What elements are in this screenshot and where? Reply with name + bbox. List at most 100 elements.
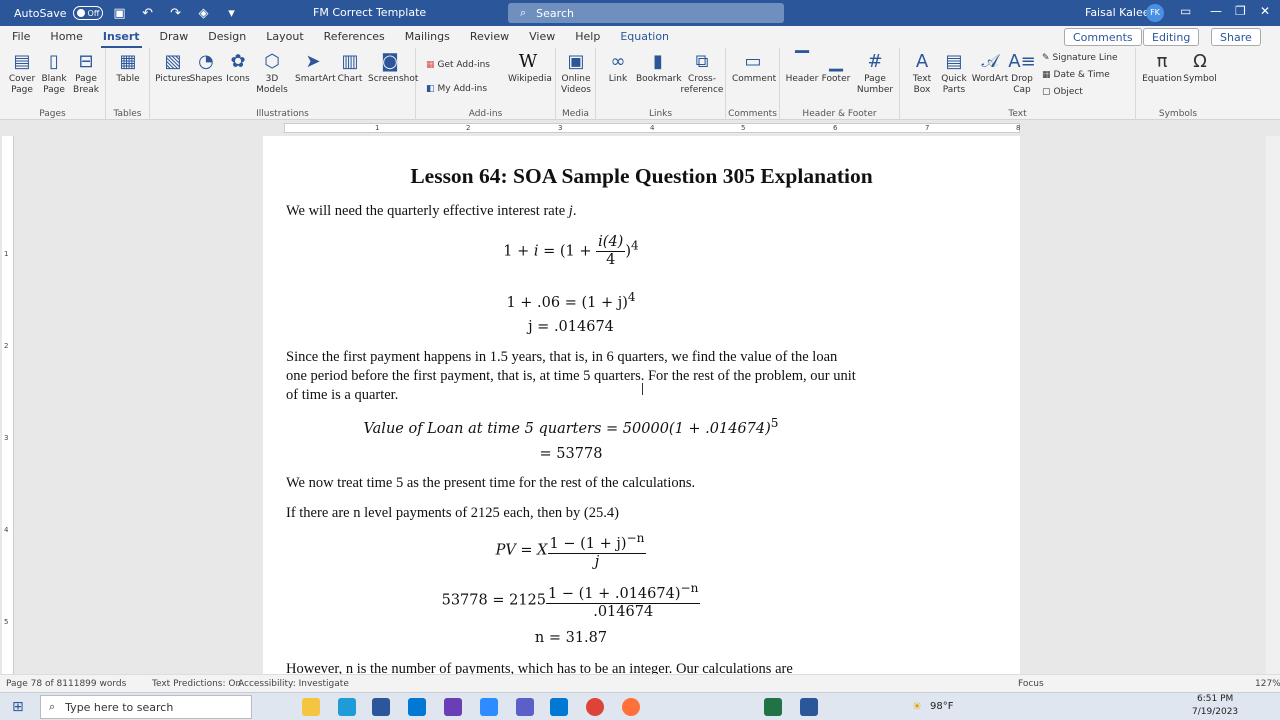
equation-button[interactable]: π Equation xyxy=(1142,50,1182,85)
temperature[interactable]: 98°F xyxy=(930,701,953,712)
table-button[interactable]: ▦ Table xyxy=(110,50,146,85)
header-button[interactable]: ▔ Header xyxy=(784,50,820,85)
header-icon: ▔ xyxy=(795,51,809,72)
group-comments: ▭ Comment Comments xyxy=(726,48,780,120)
tab-home[interactable]: Home xyxy=(40,30,92,48)
close-icon[interactable]: ✕ xyxy=(1260,4,1270,18)
equation-2: 1 + .06 = (1 + j)4 xyxy=(506,290,636,311)
document-page[interactable]: Lesson 64: SOA Sample Question 305 Expla… xyxy=(263,136,1020,674)
clock-time[interactable]: 6:51 PM xyxy=(1197,694,1233,704)
vertical-scrollbar[interactable] xyxy=(1266,136,1280,674)
ruler-tick: 8 xyxy=(1016,124,1021,132)
app-icon[interactable] xyxy=(550,698,568,716)
bookmark-button[interactable]: ▮ Bookmark xyxy=(636,50,682,85)
text-predictions[interactable]: Text Predictions: On xyxy=(152,679,241,689)
taskbar-search[interactable]: ⌕ Type here to search xyxy=(40,695,252,719)
zoom-icon[interactable] xyxy=(480,698,498,716)
3d-models-button[interactable]: ⬡ 3D Models xyxy=(254,50,290,96)
my-addins-button[interactable]: ◧ My Add-ins xyxy=(426,84,487,94)
drop-cap-button[interactable]: A≡ Drop Cap xyxy=(1004,50,1040,96)
undo-icon[interactable]: ↶ xyxy=(137,6,159,21)
symbol-button[interactable]: Ω Symbol xyxy=(1180,50,1220,85)
edge-icon[interactable] xyxy=(338,698,356,716)
signature-line-button[interactable]: ✎ Signature Line xyxy=(1042,53,1118,63)
pictures-icon: ▧ xyxy=(164,51,182,72)
tab-help[interactable]: Help xyxy=(565,30,610,48)
group-symbols: π Equation Ω Symbol Symbols xyxy=(1136,48,1220,120)
firefox-icon[interactable] xyxy=(622,698,640,716)
page-break-button[interactable]: ⊟ Page Break xyxy=(68,50,104,96)
restore-icon[interactable]: ❐ xyxy=(1235,4,1246,18)
store-icon[interactable] xyxy=(372,698,390,716)
get-addins-button[interactable]: ▦ Get Add-ins xyxy=(426,60,490,70)
minimize-icon[interactable]: — xyxy=(1210,4,1222,18)
word-count[interactable]: 11899 words xyxy=(68,679,126,689)
tab-references[interactable]: References xyxy=(314,30,395,48)
tab-design[interactable]: Design xyxy=(198,30,256,48)
tab-mailings[interactable]: Mailings xyxy=(395,30,460,48)
autosave-label: AutoSave xyxy=(14,6,67,20)
link-button[interactable]: ∞ Link xyxy=(600,50,636,85)
outlook-icon[interactable] xyxy=(408,698,426,716)
online-videos-button[interactable]: ▣ Online Videos xyxy=(558,50,594,96)
document-title[interactable]: FM Correct Template xyxy=(313,6,426,19)
horizontal-ruler[interactable]: 1 2 3 4 5 6 7 8 xyxy=(0,120,1280,136)
focus-button[interactable]: Focus xyxy=(1018,679,1044,689)
taskbar: ⊞ ⌕ Type here to search ☀ 98°F 6:51 PM 7/… xyxy=(0,692,1280,720)
accessibility-status[interactable]: Accessibility: Investigate xyxy=(238,679,349,689)
equation-7: 53778 = 2125 1 − (1 + .014674)−n .014674 xyxy=(441,581,701,620)
smartart-button[interactable]: ➤ SmartArt xyxy=(295,50,336,85)
onenote-icon[interactable] xyxy=(444,698,462,716)
screenshot-button[interactable]: ◙ Screenshot xyxy=(368,50,418,85)
group-pages: ▤ Cover Page ▯ Blank Page ⊟ Page Break Page… xyxy=(0,48,106,120)
object-button[interactable]: ▢ Object xyxy=(1042,87,1083,97)
avatar[interactable]: FK xyxy=(1146,4,1164,22)
blank-page-button[interactable]: ▯ Blank Page xyxy=(36,50,72,96)
vruler-tick: 3 xyxy=(4,434,9,442)
tab-insert[interactable]: Insert xyxy=(93,30,150,48)
icons-button[interactable]: ✿ Icons xyxy=(220,50,256,85)
windows-icon[interactable]: ⊞ xyxy=(12,699,24,715)
tab-review[interactable]: Review xyxy=(460,30,519,48)
tab-equation[interactable]: Equation xyxy=(610,30,679,48)
wikipedia-button[interactable]: W Wikipedia xyxy=(508,50,552,85)
shapes-button[interactable]: ◔ Shapes xyxy=(188,50,224,85)
ruler-tick: 3 xyxy=(558,124,563,132)
tab-view[interactable]: View xyxy=(519,30,565,48)
date-time-button[interactable]: ▦ Date & Time xyxy=(1042,70,1110,80)
page-count[interactable]: Page 78 of 81 xyxy=(6,679,68,689)
ruler-tick: 4 xyxy=(650,124,655,132)
excel-icon[interactable] xyxy=(764,698,782,716)
text-box-button[interactable]: A Text Box xyxy=(904,50,940,96)
chart-button[interactable]: ▥ Chart xyxy=(332,50,368,85)
footer-button[interactable]: ▁ Footer xyxy=(818,50,854,85)
zoom-level[interactable]: 127% xyxy=(1255,679,1280,689)
tab-draw[interactable]: Draw xyxy=(150,30,199,48)
share-button[interactable]: Share xyxy=(1211,28,1261,46)
comments-button[interactable]: Comments xyxy=(1064,28,1142,46)
save-icon[interactable]: ▣ xyxy=(109,6,131,21)
page-number-button[interactable]: # Page Number xyxy=(854,50,896,96)
teams-icon[interactable] xyxy=(516,698,534,716)
tab-layout[interactable]: Layout xyxy=(256,30,313,48)
table-icon: ▦ xyxy=(119,51,137,72)
chrome-icon[interactable] xyxy=(586,698,604,716)
quick-parts-button[interactable]: ▤ Quick Parts xyxy=(936,50,972,96)
chart-icon: ▥ xyxy=(341,51,359,72)
format-painter-icon[interactable]: ◈ xyxy=(193,6,215,21)
file-explorer-icon[interactable] xyxy=(302,698,320,716)
pictures-button[interactable]: ▧ Pictures xyxy=(155,50,191,85)
cover-page-button[interactable]: ▤ Cover Page xyxy=(4,50,40,96)
word-icon[interactable] xyxy=(800,698,818,716)
comment-button[interactable]: ▭ Comment xyxy=(732,50,776,85)
tab-file[interactable]: File xyxy=(0,30,40,48)
redo-icon[interactable]: ↷ xyxy=(165,6,187,21)
customize-icon[interactable]: ▾ xyxy=(221,6,243,21)
search-input[interactable]: ⌕ Search xyxy=(508,3,784,23)
clock-date[interactable]: 7/19/2023 xyxy=(1192,707,1238,717)
editing-button[interactable]: Editing xyxy=(1143,28,1200,46)
autosave-toggle[interactable]: Off xyxy=(72,6,103,20)
ribbon-display-icon[interactable]: ▭ xyxy=(1180,4,1191,18)
cross-reference-button[interactable]: ⧉ Cross-reference xyxy=(680,50,724,96)
text-box-icon: A xyxy=(915,51,929,72)
